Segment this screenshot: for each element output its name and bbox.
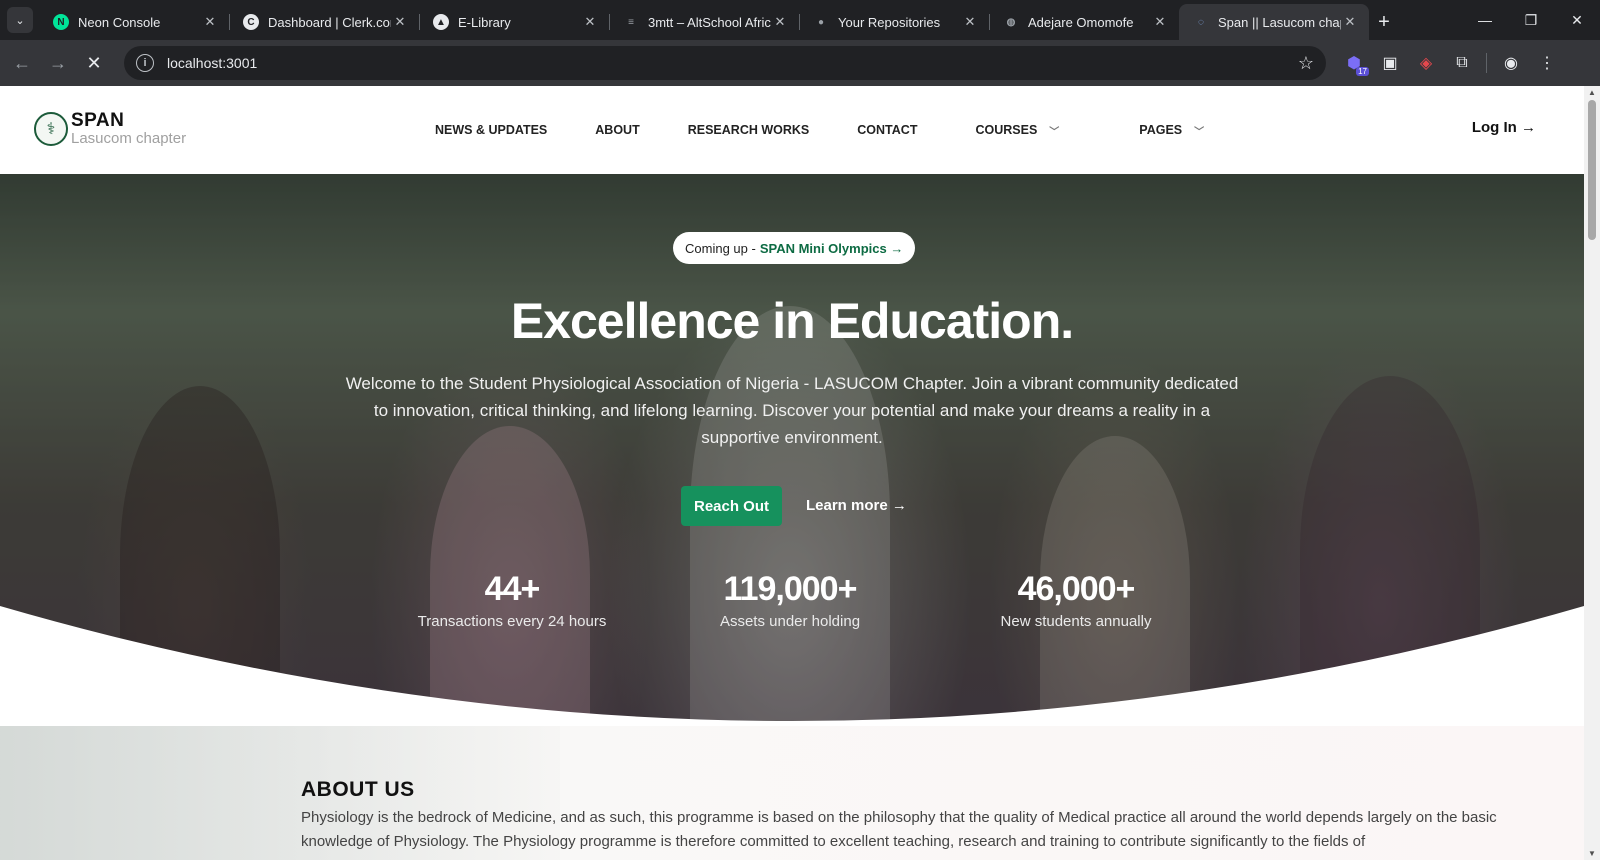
stat-transactions: 44+ Transactions every 24 hours [392, 570, 632, 630]
tab-e-library[interactable]: ▲ E-Library ✕ [419, 4, 609, 40]
bookmark-star-icon[interactable]: ☆ [1298, 53, 1314, 74]
nav-news-updates[interactable]: NEWS & UPDATES [435, 123, 547, 137]
scroll-up-arrow-icon[interactable]: ▲ [1584, 88, 1600, 97]
close-tab-icon[interactable]: ✕ [1151, 14, 1169, 30]
tab-title: E-Library [458, 14, 511, 30]
close-tab-icon[interactable]: ✕ [391, 14, 409, 30]
learn-more-link[interactable]: Learn more → [806, 497, 907, 514]
minimize-icon[interactable]: — [1462, 0, 1508, 40]
site-header: ⚕ SPAN Lasucom chapter NEWS & UPDATES AB… [0, 86, 1584, 174]
announcement-prefix: Coming up - [685, 240, 756, 256]
github-favicon-icon: ● [817, 16, 825, 28]
nav-research-works[interactable]: RESEARCH WORKS [688, 123, 810, 137]
chevron-down-icon: ﹀ [1194, 126, 1205, 138]
browser-menu-icon[interactable]: ⋮ [1529, 45, 1565, 81]
scroll-down-arrow-icon[interactable]: ▼ [1584, 849, 1600, 858]
toolbar-divider [1486, 53, 1487, 73]
url-text[interactable]: localhost:3001 [167, 55, 1298, 71]
tab-title: 3mtt – AltSchool Africa [648, 14, 771, 30]
neon-favicon-icon: N [53, 14, 69, 30]
stat-label: Transactions every 24 hours [417, 613, 607, 630]
extensions-puzzle-icon[interactable]: ⧉ [1444, 45, 1480, 81]
tab-title: Neon Console [78, 14, 161, 30]
stat-assets: 119,000+ Assets under holding [690, 570, 890, 630]
close-tab-icon[interactable]: ✕ [1341, 14, 1359, 30]
browser-tab-bar: ⌄ N Neon Console ✕ C Dashboard | Clerk.c… [0, 0, 1600, 40]
tab-adejare-omomofe[interactable]: ◍ Adejare Omomofe ✕ [989, 4, 1179, 40]
restore-icon[interactable]: ❐ [1508, 0, 1554, 40]
stat-value: 46,000+ [1017, 570, 1136, 608]
page-scrollbar[interactable]: ▲ ▼ [1584, 86, 1600, 860]
tab-neon-console[interactable]: N Neon Console ✕ [39, 4, 229, 40]
extension-reader-icon[interactable]: ▣ [1372, 45, 1408, 81]
nav-pages-label: PAGES [1139, 123, 1183, 137]
nav-pages[interactable]: PAGES ﹀ [1139, 123, 1204, 138]
address-bar[interactable]: i localhost:3001 ☆ [124, 46, 1326, 80]
tab-altschool[interactable]: ≡ 3mtt – AltSchool Africa ✕ [609, 4, 799, 40]
announcement-link[interactable]: SPAN Mini Olympics → [760, 241, 904, 256]
hero-section: Coming up - SPAN Mini Olympics → Excelle… [0, 174, 1584, 726]
tab-your-repositories[interactable]: ● Your Repositories ✕ [799, 4, 989, 40]
reach-out-button[interactable]: Reach Out [681, 486, 782, 526]
globe-favicon-icon: ◍ [1006, 16, 1016, 28]
logo-name: SPAN [71, 110, 125, 131]
about-title: ABOUT US [301, 778, 415, 801]
stat-new-students: 46,000+ New students annually [966, 570, 1186, 630]
chevron-down-icon: ﹀ [1049, 126, 1060, 138]
window-controls: — ❐ ✕ [1462, 0, 1600, 40]
stat-label: New students annually [1000, 613, 1152, 630]
profile-avatar-icon[interactable]: ◉ [1493, 45, 1529, 81]
logo-subtitle: Lasucom chapter [71, 130, 187, 147]
scrollbar-thumb[interactable] [1588, 100, 1596, 240]
tab-search-button[interactable]: ⌄ [7, 7, 33, 33]
stat-value: 44+ [484, 570, 541, 608]
loading-spinner-icon: ◌ [1198, 16, 1204, 28]
nav-courses-label: COURSES [975, 123, 1038, 137]
announcement-pill[interactable]: Coming up - SPAN Mini Olympics → [673, 232, 916, 264]
stop-loading-icon[interactable]: ✕ [76, 45, 112, 81]
tab-title: Span || Lasucom chapter [1218, 14, 1341, 30]
stat-value: 119,000+ [723, 570, 858, 608]
stat-label: Assets under holding [719, 613, 861, 630]
altschool-favicon-icon: ≡ [628, 16, 634, 28]
triangle-favicon-icon: ▲ [433, 14, 449, 30]
nav-courses[interactable]: COURSES ﹀ [975, 123, 1059, 138]
forward-icon[interactable]: → [40, 45, 76, 81]
tab-title: Dashboard | Clerk.com [268, 14, 391, 30]
hero-title: Excellence in Education. [510, 293, 1074, 349]
tab-title: Adejare Omomofe [1028, 14, 1134, 30]
close-window-icon[interactable]: ✕ [1554, 0, 1600, 40]
nav-about[interactable]: ABOUT [595, 123, 639, 137]
new-tab-button[interactable]: + [1369, 4, 1399, 40]
tab-clerk-dashboard[interactable]: C Dashboard | Clerk.com ✕ [229, 4, 419, 40]
tab-title: Your Repositories [838, 14, 941, 30]
clerk-favicon-icon: C [243, 14, 259, 30]
site-info-icon[interactable]: i [136, 54, 154, 72]
browser-toolbar: ← → ✕ i localhost:3001 ☆ ⬢ 17 ▣ ◈ ⧉ ◉ ⋮ [0, 40, 1600, 86]
extension-badge: 17 [1356, 67, 1369, 76]
main-menu: NEWS & UPDATES ABOUT RESEARCH WORKS CONT… [435, 86, 1252, 174]
extension-red-icon[interactable]: ◈ [1408, 45, 1444, 81]
span-seal-icon: ⚕ [34, 111, 68, 146]
login-link[interactable]: Log In → [1472, 119, 1536, 136]
back-icon[interactable]: ← [4, 45, 40, 81]
about-text: Physiology is the bedrock of Medicine, a… [301, 809, 1497, 850]
nav-contact[interactable]: CONTACT [857, 123, 917, 137]
web-page: ⚕ SPAN Lasucom chapter NEWS & UPDATES AB… [0, 86, 1600, 860]
hero-description: Welcome to the Student Physiological Ass… [345, 374, 1239, 447]
tab-span-lasucom[interactable]: ◌ Span || Lasucom chapter ✕ [1179, 4, 1369, 40]
about-section: ABOUT US Physiology is the bedrock of Me… [0, 726, 1584, 860]
close-tab-icon[interactable]: ✕ [771, 14, 789, 30]
extension-shield-icon[interactable]: ⬢ 17 [1336, 45, 1372, 81]
close-tab-icon[interactable]: ✕ [581, 14, 599, 30]
site-logo[interactable]: ⚕ SPAN Lasucom chapter [34, 111, 186, 146]
close-tab-icon[interactable]: ✕ [201, 14, 219, 30]
close-tab-icon[interactable]: ✕ [961, 14, 979, 30]
